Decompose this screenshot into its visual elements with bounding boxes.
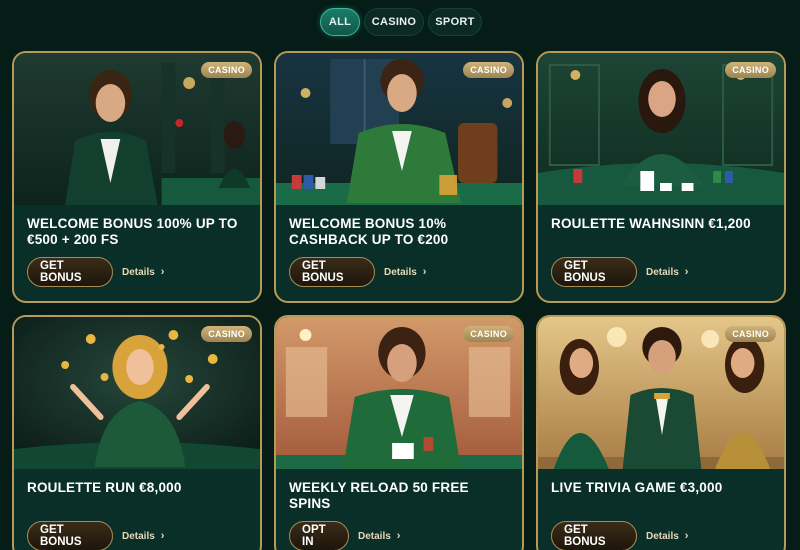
- promo-card-welcome-bonus[interactable]: CASINO WELCOME BONUS 100% UP TO €500 + 2…: [12, 51, 262, 303]
- get-bonus-button[interactable]: GET BONUS: [27, 521, 113, 550]
- promo-title: LIVE TRIVIA GAME €3,000: [551, 480, 723, 495]
- category-badge: CASINO: [463, 62, 514, 78]
- details-link[interactable]: Details ›: [646, 530, 688, 542]
- promo-title: WELCOME BONUS 100% UP TO €500 + 200 FS: [27, 216, 238, 247]
- category-badge: CASINO: [201, 326, 252, 342]
- chevron-right-icon: ›: [422, 266, 427, 278]
- tab-sport[interactable]: SPORT: [428, 8, 482, 36]
- category-badge: CASINO: [725, 326, 776, 342]
- promo-card-roulette-wahnsinn[interactable]: CASINO ROULETTE WAHNSINN €1,200 GET BONU…: [536, 51, 786, 303]
- promo-card-cashback[interactable]: CASINO WELCOME BONUS 10% CASHBACK UP TO …: [274, 51, 524, 303]
- promo-card-weekly-reload[interactable]: CASINO WEEKLY RELOAD 50 FREE SPINS OPT I…: [274, 315, 524, 550]
- details-label: Details: [358, 530, 391, 542]
- category-tabs: ALL CASINO SPORT: [320, 8, 482, 36]
- category-badge: CASINO: [725, 62, 776, 78]
- details-label: Details: [646, 266, 679, 278]
- promo-title: ROULETTE RUN €8,000: [27, 480, 182, 495]
- details-link[interactable]: Details ›: [122, 530, 164, 542]
- get-bonus-button[interactable]: GET BONUS: [289, 257, 375, 287]
- tab-casino[interactable]: CASINO: [364, 8, 424, 36]
- details-label: Details: [384, 266, 417, 278]
- promo-title: WEEKLY RELOAD 50 FREE SPINS: [289, 480, 469, 511]
- chevron-right-icon: ›: [160, 530, 165, 542]
- details-link[interactable]: Details ›: [384, 266, 426, 278]
- details-label: Details: [646, 530, 679, 542]
- promo-card-roulette-run[interactable]: CASINO ROULETTE RUN €8,000 GET BONUS Det…: [12, 315, 262, 550]
- get-bonus-button[interactable]: GET BONUS: [551, 257, 637, 287]
- chevron-right-icon: ›: [160, 266, 165, 278]
- category-badge: CASINO: [201, 62, 252, 78]
- opt-in-button[interactable]: OPT IN: [289, 521, 349, 550]
- promo-title: ROULETTE WAHNSINN €1,200: [551, 216, 751, 231]
- get-bonus-button[interactable]: GET BONUS: [27, 257, 113, 287]
- chevron-right-icon: ›: [684, 530, 689, 542]
- details-label: Details: [122, 266, 155, 278]
- chevron-right-icon: ›: [396, 530, 401, 542]
- details-link[interactable]: Details ›: [122, 266, 164, 278]
- details-link[interactable]: Details ›: [358, 530, 400, 542]
- tab-all[interactable]: ALL: [320, 8, 360, 36]
- details-label: Details: [122, 530, 155, 542]
- category-badge: CASINO: [463, 326, 514, 342]
- details-link[interactable]: Details ›: [646, 266, 688, 278]
- promo-card-live-trivia[interactable]: CASINO LIVE TRIVIA GAME €3,000 GET BONUS…: [536, 315, 786, 550]
- chevron-right-icon: ›: [684, 266, 689, 278]
- get-bonus-button[interactable]: GET BONUS: [551, 521, 637, 550]
- promo-title: WELCOME BONUS 10% CASHBACK UP TO €200: [289, 216, 449, 247]
